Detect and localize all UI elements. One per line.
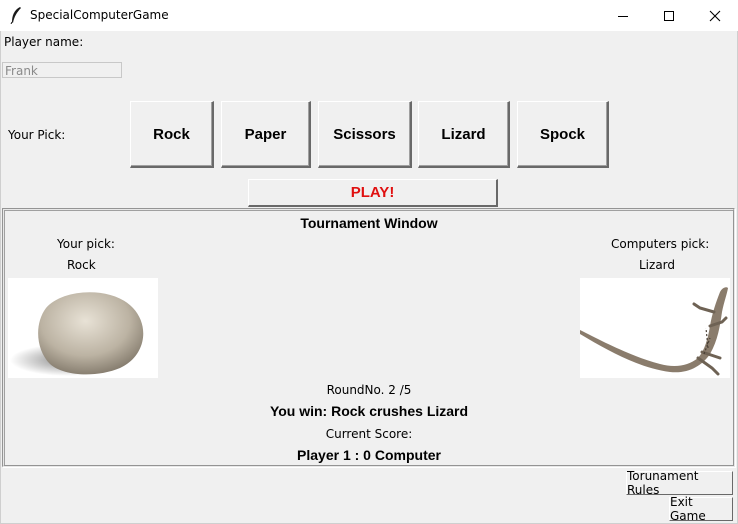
computer-pick-image [580,278,730,378]
player-pick-label: Your pick: [57,237,115,251]
exit-game-button[interactable]: Exit Game [669,495,733,523]
tournament-rules-button[interactable]: Torunament Rules [626,469,733,497]
minimize-button[interactable] [600,0,646,31]
title-bar: SpecialComputerGame [0,0,738,31]
scissors-button[interactable]: Scissors [318,101,412,168]
close-button[interactable] [692,0,738,31]
lizard-button[interactable]: Lizard [418,101,510,168]
close-icon [709,10,721,21]
maximize-button[interactable] [646,0,692,31]
player-name-field[interactable]: Frank [2,62,122,78]
maximize-icon [664,10,674,21]
current-score: Player 1 : 0 Computer [297,447,441,463]
window-title: SpecialComputerGame [30,8,169,22]
paper-button[interactable]: Paper [221,101,311,168]
player-pick-image [8,278,158,378]
round-result: You win: Rock crushes Lizard [269,403,469,419]
computer-pick-value: Lizard [639,258,676,272]
player-pick-value: Rock [67,258,96,272]
current-score-label: Current Score: [325,427,413,441]
lizard-image [580,287,728,376]
computer-pick-label: Computers pick: [611,237,710,251]
your-pick-label: Your Pick: [8,128,66,142]
minimize-icon [618,15,628,17]
spock-button[interactable]: Spock [517,101,609,168]
play-button[interactable]: PLAY! [248,179,498,207]
rock-button[interactable]: Rock [130,101,214,168]
tournament-title: Tournament Window [300,215,438,231]
round-number: RoundNo. 2 /5 [326,383,412,397]
feather-icon [9,6,23,25]
rock-image [10,292,144,376]
player-name-label: Player name: [4,35,84,49]
